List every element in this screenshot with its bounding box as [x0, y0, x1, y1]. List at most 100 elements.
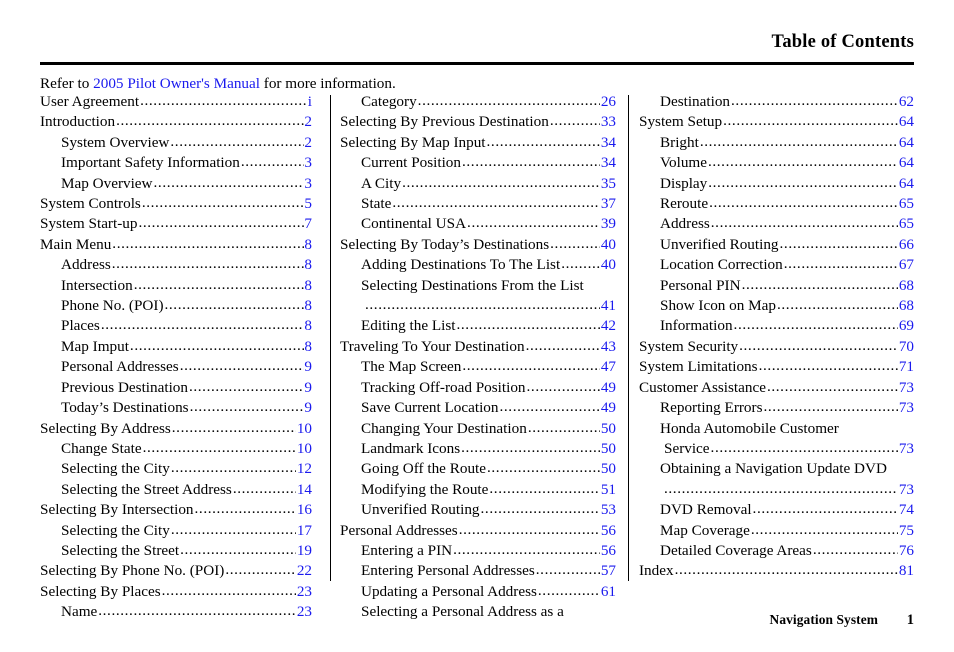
toc-entry[interactable]: Going Off the Route 50	[340, 459, 616, 479]
toc-entry-title: State	[361, 195, 392, 213]
toc-entry[interactable]: Save Current Location 49	[340, 398, 616, 418]
toc-entry[interactable]: Changing Your Destination 50	[340, 419, 616, 439]
toc-entry[interactable]: Current Position 34	[340, 153, 616, 173]
toc-entry[interactable]: System Setup 64	[639, 112, 914, 132]
toc-entry-page-number: 66	[898, 235, 914, 253]
toc-entry[interactable]: Introduction 2	[40, 112, 312, 132]
toc-entry[interactable]: Continental USA 39	[340, 214, 616, 234]
toc-entry[interactable]: Adding Destinations To The List 40	[340, 255, 616, 275]
toc-entry[interactable]: Previous Destination 9	[40, 378, 312, 398]
toc-entry[interactable]: System Overview 2	[40, 133, 312, 153]
toc-leader-dots	[528, 419, 601, 438]
toc-entry[interactable]: Selecting the Street Address 14	[40, 480, 312, 500]
toc-entry[interactable]: Today’s Destinations 9	[40, 398, 312, 418]
toc-entry[interactable]: Entering a PIN 56	[340, 541, 616, 561]
toc-entry[interactable]: 73	[639, 480, 914, 500]
toc-leader-dots	[813, 541, 899, 560]
toc-entry[interactable]: Selecting By Map Input 34	[340, 133, 616, 153]
toc-leader-dots	[180, 357, 304, 376]
toc-entry-title: Entering Personal Addresses	[361, 562, 535, 580]
toc-entry[interactable]: 41	[340, 296, 616, 316]
owners-manual-link[interactable]: 2005 Pilot Owner's Manual	[93, 75, 260, 92]
column-divider-2	[628, 95, 630, 581]
toc-entry[interactable]: Address 65	[639, 214, 914, 234]
toc-leader-dots	[453, 541, 600, 560]
toc-column-right: Destination62System Setup64Bright64Volum…	[639, 92, 914, 582]
toc-entry[interactable]: Phone No. (POI) 8	[40, 296, 312, 316]
toc-entry-page-number: 51	[600, 480, 616, 498]
toc-entry[interactable]: Selecting the Street 19	[40, 541, 312, 561]
toc-entry[interactable]: Updating a Personal Address 61	[340, 582, 616, 602]
toc-entry[interactable]: Address 8	[40, 255, 312, 275]
toc-entry[interactable]: Traveling To Your Destination 43	[340, 337, 616, 357]
toc-entry[interactable]: Places 8	[40, 316, 312, 336]
toc-entry[interactable]: Intersection 8	[40, 276, 312, 296]
toc-entry-title: System Start-up	[40, 215, 138, 233]
toc-entry[interactable]: Map Coverage 75	[639, 521, 914, 541]
toc-entry[interactable]: Selecting By Phone No. (POI) 22	[40, 561, 312, 581]
toc-entry[interactable]: Selecting By Previous Destination 33	[340, 112, 616, 132]
toc-entry[interactable]: Personal PIN 68	[639, 276, 914, 296]
toc-entry[interactable]: Selecting the City 17	[40, 521, 312, 541]
toc-leader-dots	[134, 276, 304, 295]
toc-entry[interactable]: System Security 70	[639, 337, 914, 357]
toc-entry[interactable]: Reroute 65	[639, 194, 914, 214]
toc-entry[interactable]: Customer Assistance 73	[639, 378, 914, 398]
toc-entry[interactable]: Landmark Icons 50	[340, 439, 616, 459]
toc-entry-page-number: 10	[296, 419, 312, 437]
toc-entry[interactable]: Main Menu 8	[40, 235, 312, 255]
toc-entry[interactable]: Important Safety Information 3	[40, 153, 312, 173]
toc-entry[interactable]: Map Imput 8	[40, 337, 312, 357]
toc-entry[interactable]: Selecting By Address 10	[40, 419, 312, 439]
toc-entry[interactable]: Location Correction 67	[639, 255, 914, 275]
toc-entry[interactable]: Category 26	[340, 92, 616, 112]
toc-entry[interactable]: Tracking Off-road Position 49	[340, 378, 616, 398]
toc-entry-title: Updating a Personal Address	[361, 582, 537, 600]
toc-entry-page-number: 65	[898, 195, 914, 213]
toc-entry[interactable]: Selecting By Today’s Destinations 40	[340, 235, 616, 255]
toc-leader-dots	[550, 235, 600, 254]
toc-entry[interactable]: Information 69	[639, 316, 914, 336]
toc-entry[interactable]: Show Icon on Map 68	[639, 296, 914, 316]
toc-entry[interactable]: State 37	[340, 194, 616, 214]
toc-entry[interactable]: Change State 10	[40, 439, 312, 459]
toc-entry[interactable]: Service 73	[639, 439, 914, 459]
toc-entry[interactable]: Personal Addresses 56	[340, 521, 616, 541]
toc-entry[interactable]: Reporting Errors 73	[639, 398, 914, 418]
toc-entry[interactable]: Selecting By Places 23	[40, 582, 312, 602]
toc-entry[interactable]: Modifying the Route 51	[340, 480, 616, 500]
toc-entry-title: Selecting By Phone No. (POI)	[40, 562, 225, 580]
toc-entry[interactable]: The Map Screen 47	[340, 357, 616, 377]
intro-line: Refer to 2005 Pilot Owner's Manual for m…	[40, 74, 396, 94]
toc-entry[interactable]: Selecting Destinations From the List	[340, 276, 616, 296]
toc-entry-title: Map Coverage	[660, 521, 750, 539]
toc-entry[interactable]: Entering Personal Addresses 57	[340, 561, 616, 581]
toc-entry-title: Phone No. (POI)	[61, 297, 164, 315]
toc-entry[interactable]: Display 64	[639, 174, 914, 194]
toc-entry[interactable]: Destination 62	[639, 92, 914, 112]
toc-entry[interactable]: DVD Removal 74	[639, 500, 914, 520]
intro-suffix: for more information.	[259, 75, 396, 92]
toc-entry[interactable]: Obtaining a Navigation Update DVD	[639, 459, 914, 479]
toc-entry-page-number: 43	[600, 337, 616, 355]
toc-entry[interactable]: System Controls 5	[40, 194, 312, 214]
toc-entry-title: Landmark Icons	[361, 439, 461, 457]
toc-leader-dots	[487, 133, 601, 152]
toc-entry[interactable]: Volume 64	[639, 153, 914, 173]
toc-entry[interactable]: A City 35	[340, 174, 616, 194]
toc-entry[interactable]: Unverified Routing 53	[340, 500, 616, 520]
toc-entry[interactable]: Selecting By Intersection 16	[40, 500, 312, 520]
toc-entry[interactable]: System Start-up 7	[40, 214, 312, 234]
toc-entry[interactable]: Bright 64	[639, 133, 914, 153]
toc-entry[interactable]: Index 81	[639, 561, 914, 581]
toc-entry[interactable]: Unverified Routing 66	[639, 235, 914, 255]
toc-entry[interactable]: Selecting the City 12	[40, 459, 312, 479]
toc-entry[interactable]: Map Overview 3	[40, 174, 312, 194]
toc-entry[interactable]: System Limitations 71	[639, 357, 914, 377]
toc-entry[interactable]: Detailed Coverage Areas 76	[639, 541, 914, 561]
toc-entry[interactable]: Personal Addresses 9	[40, 357, 312, 377]
toc-entry[interactable]: User Agreement i	[40, 92, 312, 112]
toc-entry[interactable]: Honda Automobile Customer	[639, 419, 914, 439]
toc-entry[interactable]: Editing the List 42	[340, 316, 616, 336]
toc-leader-dots	[711, 214, 899, 233]
